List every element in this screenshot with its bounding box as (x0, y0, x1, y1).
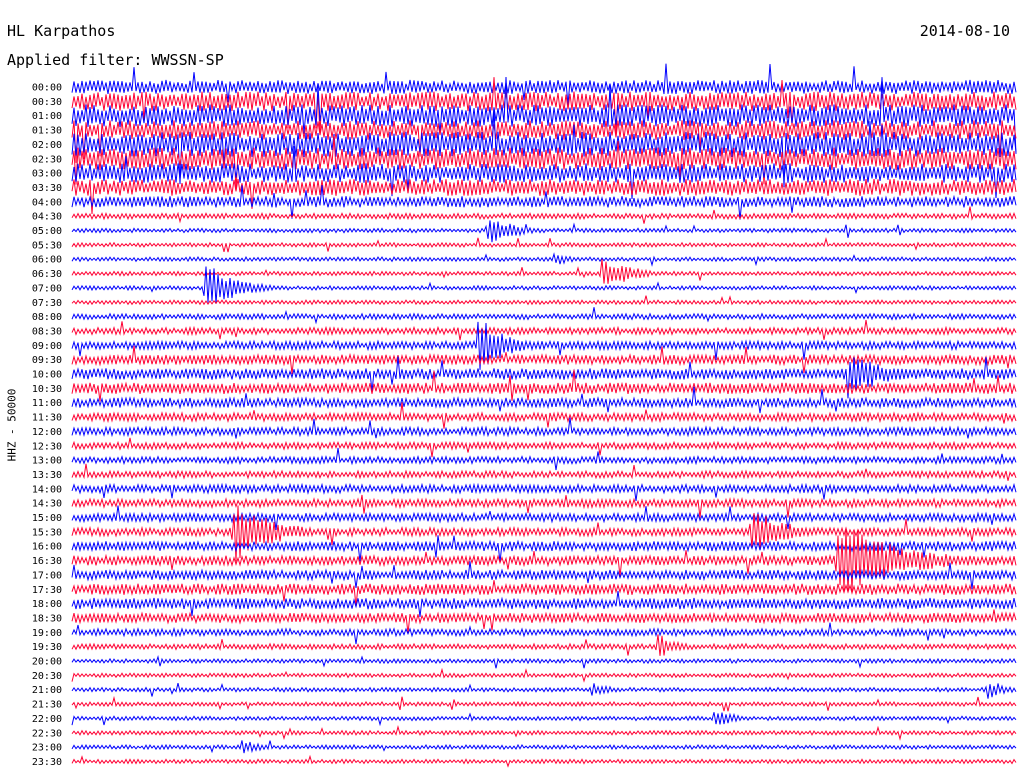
trace-line (71, 220, 1017, 243)
row-time-label: 20:30 (32, 671, 62, 682)
row-time-label: 13:30 (32, 470, 62, 481)
trace-line (71, 463, 1017, 481)
row-time-label: 11:30 (32, 413, 62, 424)
row-time-label: 10:00 (32, 370, 62, 381)
row-time-label: 02:00 (32, 140, 62, 151)
trace-line (71, 682, 1017, 699)
row-time-label: 00:30 (32, 97, 62, 108)
row-time-label: 05:00 (32, 226, 62, 237)
trace-line (71, 206, 1017, 224)
row-time-label: 01:30 (32, 126, 62, 137)
row-time-label: 08:00 (32, 312, 62, 323)
row-time-label: 00:00 (32, 83, 62, 94)
row-time-label: 06:00 (32, 255, 62, 266)
row-time-label: 05:30 (32, 240, 62, 251)
trace-line (71, 754, 1017, 768)
trace-line (71, 437, 1017, 458)
row-time-label: 17:00 (32, 570, 62, 581)
row-time-label: 09:00 (32, 341, 62, 352)
row-time-label: 12:30 (32, 441, 62, 452)
row-time-label: 21:00 (32, 685, 62, 696)
row-time-label: 09:30 (32, 355, 62, 366)
trace-line (71, 740, 1017, 754)
trace-line (71, 266, 1017, 304)
row-time-label: 01:00 (32, 111, 62, 122)
row-time-label: 07:30 (32, 298, 62, 309)
trace-line (71, 307, 1017, 325)
row-time-label: 03:30 (32, 183, 62, 194)
row-time-label: 08:30 (32, 326, 62, 337)
row-time-label: 23:00 (32, 743, 62, 754)
trace-line (71, 319, 1017, 341)
row-label-group: 00:00 00:30 01:00 01:30 02:00 02:30 03:00 03:30… (32, 83, 62, 768)
trace-line (71, 655, 1017, 669)
trace-line (71, 179, 1017, 215)
trace-line (71, 712, 1017, 727)
trace-line (71, 634, 1017, 656)
row-time-label: 12:00 (32, 427, 62, 438)
row-time-label: 06:30 (32, 269, 62, 280)
row-time-label: 15:00 (32, 513, 62, 524)
trace-line (71, 369, 1017, 402)
trace-line (71, 695, 1017, 712)
row-time-label: 14:00 (32, 484, 62, 495)
row-time-label: 23:30 (32, 757, 62, 768)
trace-line (71, 505, 1017, 530)
row-time-label: 17:30 (32, 585, 62, 596)
trace-line (71, 295, 1017, 306)
row-time-label: 22:30 (32, 728, 62, 739)
row-time-label: 10:30 (32, 384, 62, 395)
row-time-label: 13:00 (32, 456, 62, 467)
row-time-label: 19:00 (32, 628, 62, 639)
row-time-label: 18:00 (32, 599, 62, 610)
row-time-label: 02:30 (32, 154, 62, 165)
row-time-label: 07:00 (32, 283, 62, 294)
row-time-label: 15:30 (32, 527, 62, 538)
row-time-label: 16:30 (32, 556, 62, 567)
trace-line (71, 386, 1017, 414)
row-time-label: 21:30 (32, 700, 62, 711)
trace-line (71, 724, 1017, 741)
trace-line (71, 667, 1017, 683)
row-time-label: 11:00 (32, 398, 62, 409)
trace-line (71, 447, 1017, 471)
row-time-label: 14:30 (32, 499, 62, 510)
trace-line (71, 561, 1017, 590)
trace-line (71, 252, 1017, 267)
trace-line (71, 590, 1017, 617)
row-time-label: 03:00 (32, 169, 62, 180)
row-time-label: 04:00 (32, 197, 62, 208)
trace-line (71, 529, 1017, 593)
trace-line (71, 482, 1017, 501)
row-time-label: 19:30 (32, 642, 62, 653)
row-time-label: 04:30 (32, 212, 62, 223)
row-time-label: 18:30 (32, 613, 62, 624)
trace-line (71, 622, 1017, 645)
row-time-label: 16:00 (32, 542, 62, 553)
row-time-label: 22:00 (32, 714, 62, 725)
trace-group (71, 63, 1017, 768)
seismogram-plot: 00:00 00:30 01:00 01:30 02:00 02:30 03:00 03:30… (32, 63, 1017, 768)
row-time-label: 20:00 (32, 657, 62, 668)
trace-line (71, 237, 1017, 253)
